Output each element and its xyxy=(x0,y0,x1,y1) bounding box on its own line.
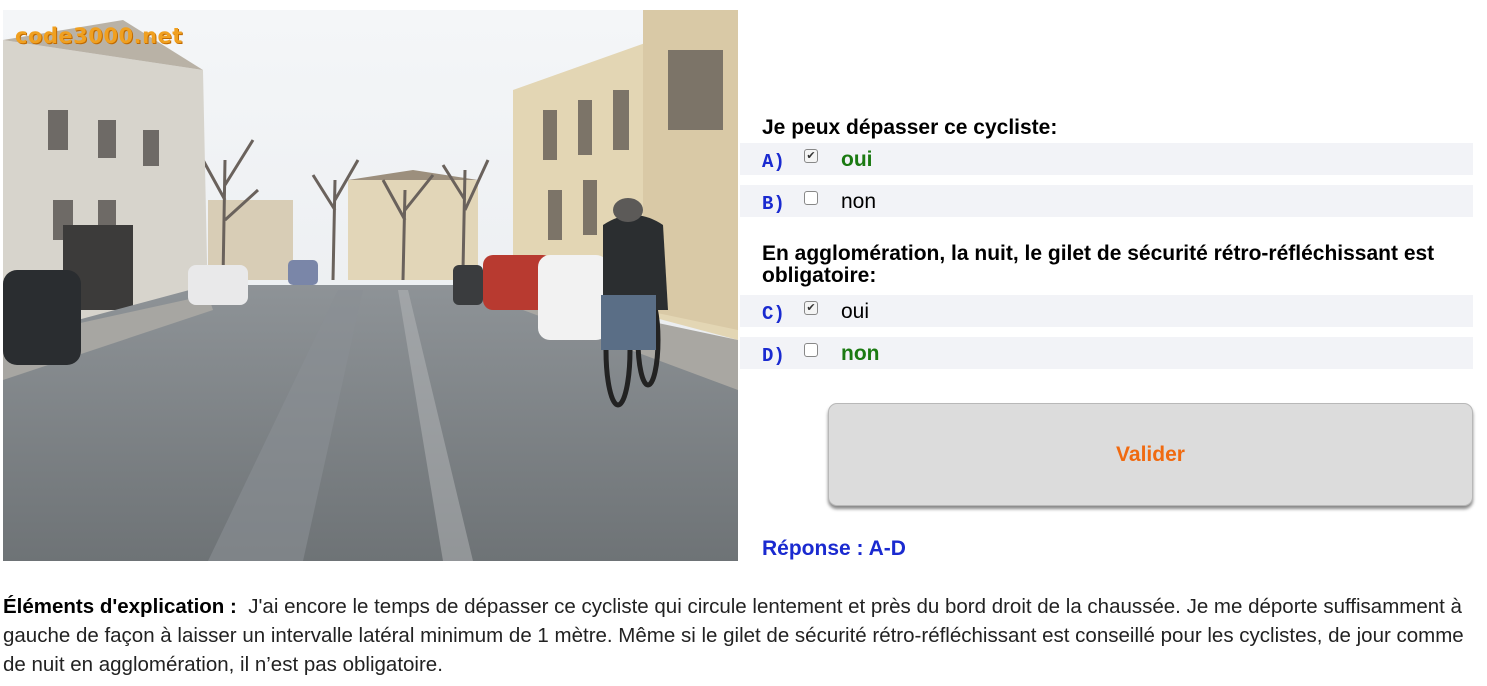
explanation-label: Éléments d'explication : xyxy=(3,595,237,618)
answer-option-a[interactable]: A) ✔ oui xyxy=(740,143,1473,175)
answer-option-d[interactable]: D) non xyxy=(740,337,1473,369)
question-1-text: Je peux dépasser ce cycliste: xyxy=(762,116,1058,139)
answer-option-c[interactable]: C) ✔ oui xyxy=(740,295,1473,327)
correct-answer-line: Réponse : A-D xyxy=(762,537,906,560)
answer-letter: A) xyxy=(762,151,785,173)
checkbox-c[interactable]: ✔ xyxy=(804,301,818,315)
street-scene-image: code3000.net xyxy=(3,10,738,561)
answer-letter: D) xyxy=(762,345,785,367)
answer-text: oui xyxy=(841,300,870,323)
explanation-paragraph: Éléments d'explication : J'ai encore le … xyxy=(3,592,1481,679)
question-2-text: En agglomération, la nuit, le gilet de s… xyxy=(762,242,1435,287)
answer-text: non xyxy=(841,190,877,213)
answer-option-b[interactable]: B) non xyxy=(740,185,1473,217)
answer-text: non xyxy=(841,342,880,365)
answer-letter: C) xyxy=(762,303,785,325)
checkbox-d[interactable] xyxy=(804,343,818,357)
answer-text: oui xyxy=(841,148,873,171)
watermark-logo: code3000.net xyxy=(15,24,183,48)
answer-letter: B) xyxy=(762,193,785,215)
checkbox-b[interactable] xyxy=(804,191,818,205)
checkbox-a[interactable]: ✔ xyxy=(804,149,818,163)
valider-button[interactable]: Valider xyxy=(828,403,1473,506)
